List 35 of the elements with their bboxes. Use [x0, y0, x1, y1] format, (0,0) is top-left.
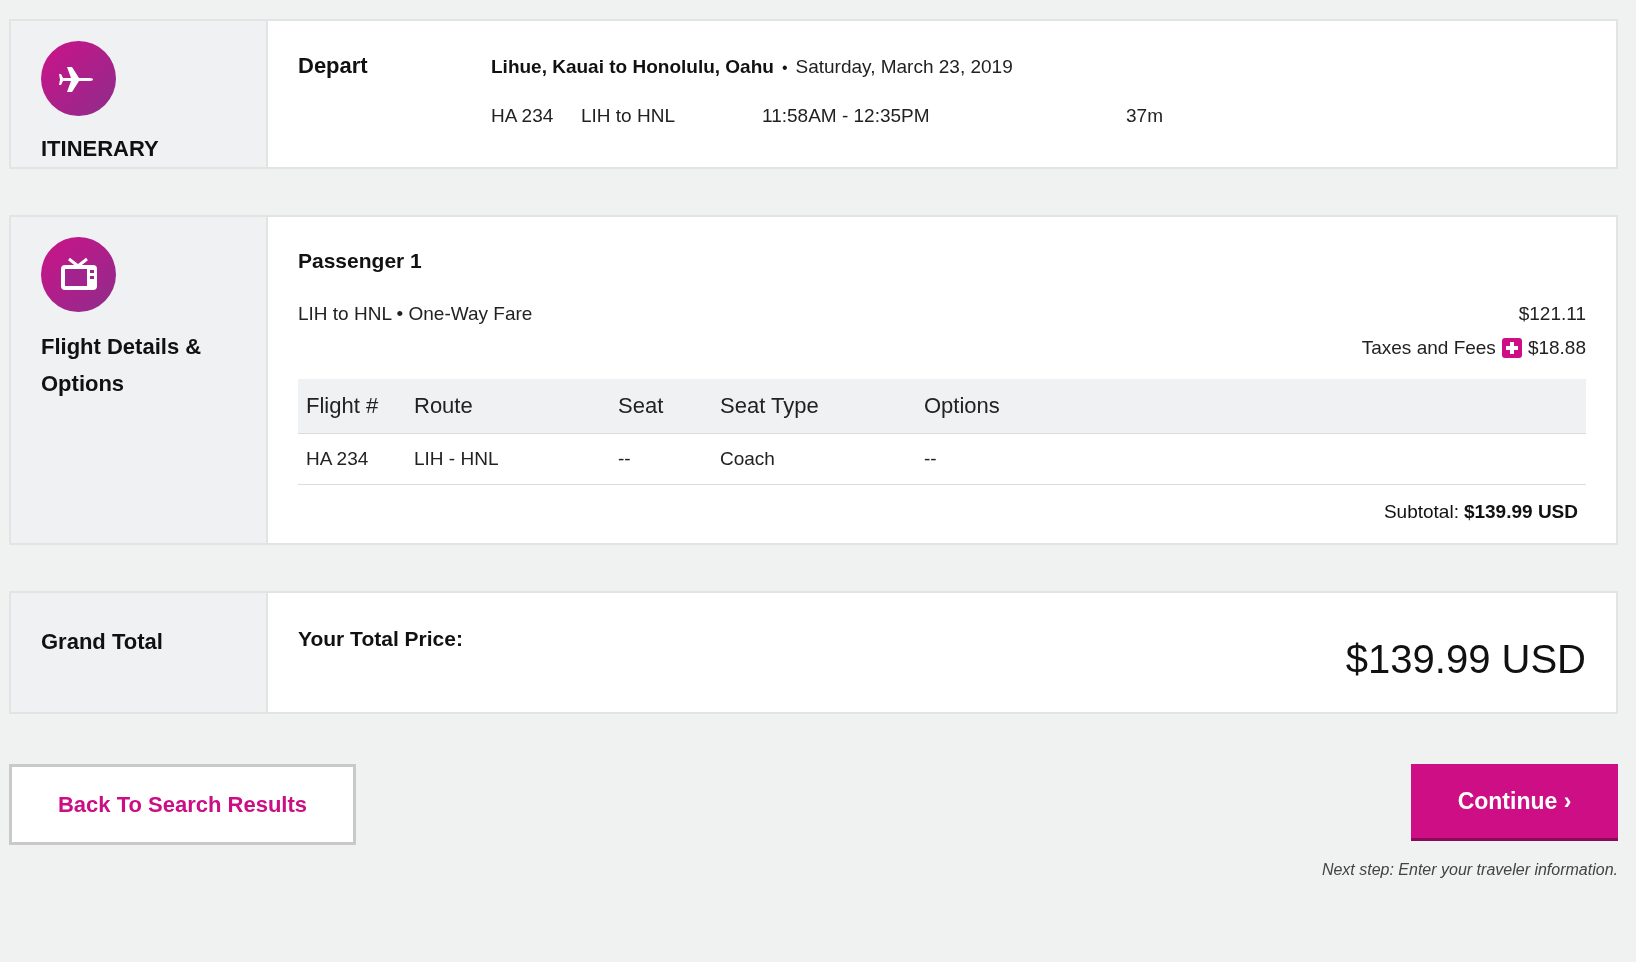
fare-type: One-Way Fare [408, 303, 533, 324]
total-price: $139.99 USD [1345, 637, 1586, 682]
taxes-label: Taxes and Fees [1361, 337, 1496, 359]
depart-label: Depart [298, 53, 369, 79]
segment-text: LIH to HNL [581, 105, 676, 127]
table-cell: Coach [712, 433, 916, 485]
column-header: Options [916, 379, 1586, 434]
table-cell: -- [610, 433, 712, 485]
column-header: Route [406, 379, 610, 434]
time-text: 11:58AM - 12:35PM [762, 105, 931, 127]
fare-route: LIH to HNL [298, 303, 392, 324]
table-cell: LIH - HNL [406, 433, 610, 485]
continue-button[interactable]: Continue › [1411, 764, 1618, 841]
date-text: Saturday, March 23, 2019 [795, 56, 1013, 78]
separator-dot: • [396, 303, 404, 324]
subtotal-value: $139.99 USD [1463, 501, 1578, 523]
table-cell: HA 234 [298, 433, 406, 485]
section-title: Flight Details & Options [41, 333, 203, 398]
fare-price: $121.11 [1518, 303, 1586, 325]
taxes-price: $18.88 [1527, 337, 1586, 359]
route-text: Lihue, Kauai to Honolulu, Oahu [491, 56, 774, 78]
section-title: ITINERARY [41, 135, 160, 163]
duration-text: 37m [1126, 105, 1163, 127]
table-cell: -- [916, 433, 1586, 485]
back-button[interactable]: Back To Search Results [9, 764, 356, 845]
column-header: Seat [610, 379, 712, 434]
separator-dot: • [781, 59, 788, 77]
flight-number: HA 234 [491, 105, 555, 127]
column-header: Flight # [298, 379, 406, 434]
next-step-note: Next step: Enter your traveler information. [1321, 861, 1618, 879]
passenger-title: Passenger 1 [298, 249, 423, 273]
section-title: Grand Total [41, 628, 164, 656]
total-label: Your Total Price: [298, 627, 463, 651]
subtotal-label: Subtotal: [1383, 501, 1459, 523]
column-header: Seat Type [712, 379, 916, 434]
